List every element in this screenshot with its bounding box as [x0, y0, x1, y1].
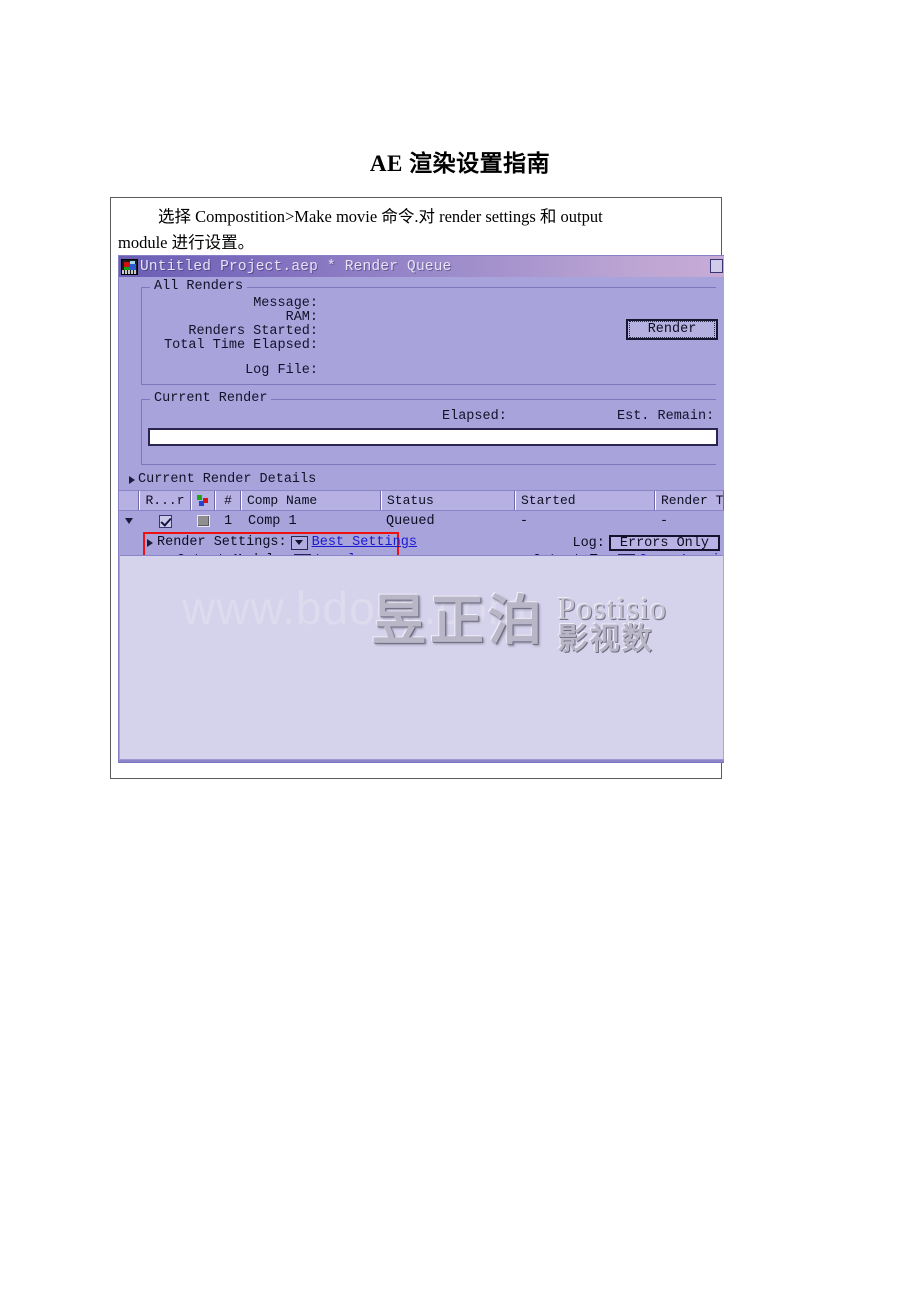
header-comp-name[interactable]: Comp Name	[241, 491, 381, 510]
log-dropdown[interactable]: Errors Only	[608, 535, 720, 551]
watermark-logo: 昱正泊 Postisio 影视数	[372, 576, 667, 655]
row-started: -	[520, 513, 529, 529]
header-expander	[119, 491, 139, 510]
watermark-logo-en: Postisio	[557, 590, 667, 627]
est-remain-label: Est. Remain:	[617, 409, 715, 424]
elapsed-label: Elapsed:	[442, 409, 507, 424]
chevron-right-icon	[129, 475, 135, 484]
checkbox-icon	[158, 514, 172, 528]
paragraph-line-2: module 进行设置。	[118, 232, 255, 252]
render-settings-label: Render Settings:	[157, 535, 287, 550]
render-button[interactable]: Render	[626, 319, 718, 340]
header-number[interactable]: #	[215, 491, 241, 510]
log-row: Log: Errors Only	[572, 535, 720, 551]
row-label-swatch[interactable]	[191, 515, 215, 527]
header-label-color[interactable]	[191, 491, 215, 510]
all-renders-legend: All Renders	[150, 279, 248, 294]
current-render-group: Current Render Elapsed: Est. Remain:	[141, 391, 718, 465]
render-settings-dropdown[interactable]	[290, 535, 308, 550]
page-title: AE 渲染设置指南	[369, 151, 551, 176]
log-label: Log:	[572, 535, 605, 551]
paragraph-line-1: 选择 Compostition>Make movie 命令.对 render s…	[158, 207, 603, 226]
row-expander-toggle[interactable]	[119, 518, 139, 524]
current-render-details-toggle[interactable]: Current Render Details	[129, 472, 724, 487]
render-button-label: Render	[629, 321, 715, 338]
content-box: 选择 Compostition>Make movie 命令.对 render s…	[110, 197, 724, 779]
total-time-elapsed-label: Total Time Elapsed:	[164, 338, 318, 353]
chevron-down-icon	[125, 518, 133, 524]
watermark-logo-cn: 昱正泊	[372, 588, 546, 652]
row-render-time: -	[660, 513, 669, 529]
all-renders-group: All Renders Message: RAM: Renders Starte…	[141, 279, 718, 385]
current-render-details-label: Current Render Details	[138, 472, 317, 487]
render-queue-window: Untitled Project.aep * Render Queue All …	[118, 255, 724, 763]
row-render-checkbox[interactable]	[139, 514, 191, 528]
label-color-swatch	[196, 515, 210, 527]
render-progress-bar	[148, 428, 718, 446]
log-file-label: Log File:	[245, 363, 318, 378]
color-label-icon	[197, 495, 209, 506]
row-status: Queued	[386, 513, 435, 529]
after-effects-app-icon	[121, 258, 138, 275]
message-label: Message:	[253, 296, 318, 311]
watermark-logo-right: Postisio 影视数	[557, 590, 667, 657]
window-title: Untitled Project.aep * Render Queue	[140, 258, 452, 275]
header-started[interactable]: Started	[515, 491, 655, 510]
window-bottom-border	[119, 759, 724, 763]
renders-started-label: Renders Started:	[188, 324, 318, 339]
queue-empty-area: www.bdocx.com 昱正泊 Postisio 影视数	[120, 555, 723, 759]
render-settings-row: Render Settings: Best Settings	[147, 535, 417, 550]
table-row[interactable]: 1 Comp 1 Queued - -	[119, 511, 724, 531]
render-settings-link[interactable]: Best Settings	[312, 535, 417, 550]
row-comp-name[interactable]: Comp 1	[241, 514, 381, 529]
ram-label: RAM:	[285, 310, 318, 325]
header-render-time[interactable]: Render Time	[655, 491, 724, 510]
watermark-logo-sub: 影视数	[557, 621, 654, 657]
header-status[interactable]: Status	[381, 491, 515, 510]
queue-table-header: R...r # Comp Name Status Started Render …	[119, 490, 724, 511]
instruction-paragraph: 选择 Compostition>Make movie 命令.对 render s…	[111, 198, 721, 255]
row-number: 1	[223, 513, 233, 529]
current-render-legend: Current Render	[150, 391, 272, 406]
header-render[interactable]: R...r	[139, 491, 191, 510]
close-icon[interactable]	[710, 259, 723, 273]
window-titlebar[interactable]: Untitled Project.aep * Render Queue	[119, 256, 724, 277]
render-settings-expander-icon[interactable]	[147, 538, 153, 547]
